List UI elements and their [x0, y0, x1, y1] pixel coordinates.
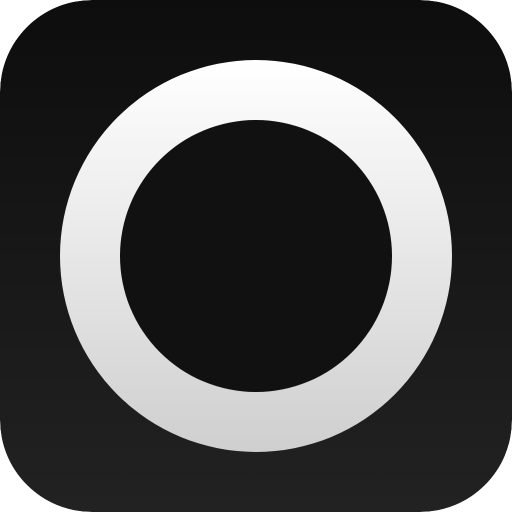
- ring-inner-hole: [120, 120, 392, 392]
- ring-icon: [0, 0, 512, 512]
- icon-canvas: [0, 0, 512, 512]
- app-icon[interactable]: [0, 0, 512, 512]
